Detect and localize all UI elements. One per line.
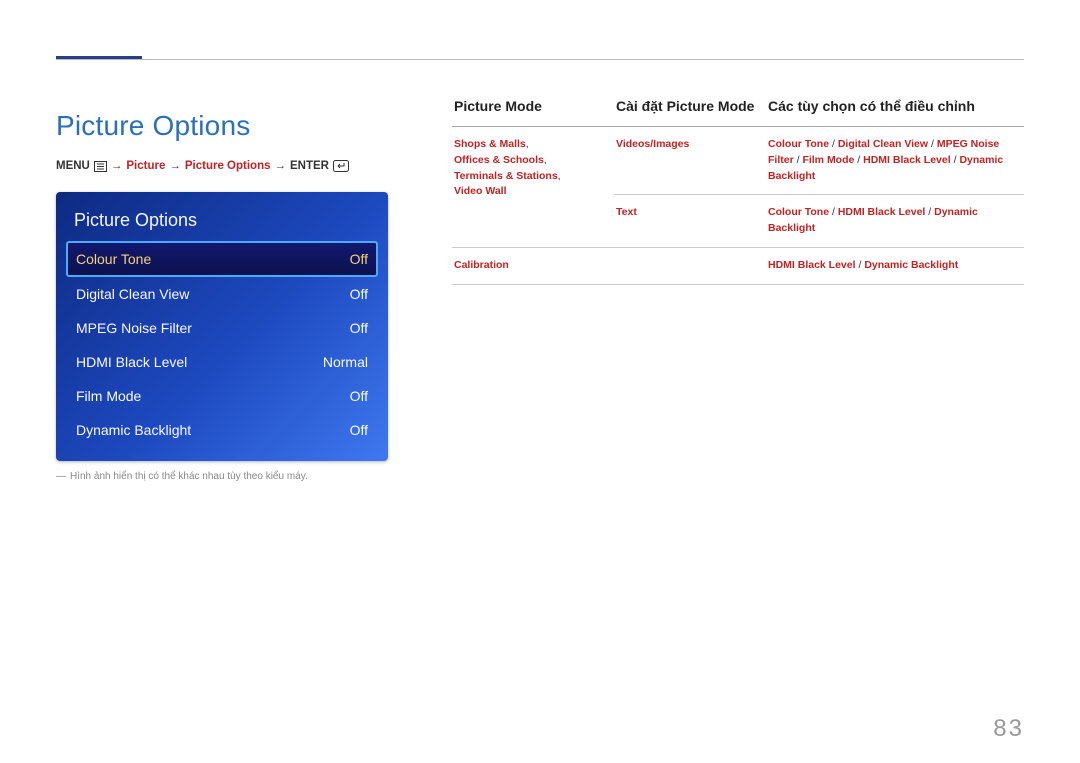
osd-menu-row[interactable]: Film Mode Off (72, 379, 372, 413)
cell-setting (614, 247, 766, 284)
osd-row-value: Off (350, 422, 368, 438)
osd-row-label: Digital Clean View (76, 286, 189, 302)
cell-mode: Calibration (452, 247, 614, 284)
cell-options: Colour Tone / HDMI Black Level / Dynamic… (766, 195, 1024, 248)
osd-row-value: Off (350, 320, 368, 336)
cell-setting: Text (614, 195, 766, 248)
cell-options: HDMI Black Level / Dynamic Backlight (766, 247, 1024, 284)
cell-options: Colour Tone / Digital Clean View / MPEG … (766, 127, 1024, 195)
header-rule (56, 59, 1024, 60)
table-row: Calibration HDMI Black Level / Dynamic Ba… (452, 247, 1024, 284)
osd-row-value: Off (350, 286, 368, 302)
page-number: 83 (993, 715, 1024, 743)
options-table: Picture Mode Cài đặt Picture Mode Các tù… (452, 96, 1024, 285)
footnote: ―Hình ảnh hiển thị có thể khác nhau tùy … (56, 471, 428, 482)
col-options: Các tùy chọn có thể điều chỉnh (766, 96, 1024, 127)
osd-row-label: MPEG Noise Filter (76, 320, 192, 336)
breadcrumb-menu: MENU (56, 160, 90, 172)
osd-menu-row[interactable]: Digital Clean View Off (72, 277, 372, 311)
cell-setting: Videos/Images (614, 127, 766, 195)
osd-row-value: Normal (323, 354, 368, 370)
footnote-text: Hình ảnh hiển thị có thể khác nhau tùy t… (70, 471, 308, 482)
col-picture-mode: Picture Mode (452, 96, 614, 127)
osd-menu-row[interactable]: HDMI Black Level Normal (72, 345, 372, 379)
col-setting: Cài đặt Picture Mode (614, 96, 766, 127)
osd-row-value: Off (350, 388, 368, 404)
osd-menu-row[interactable]: Colour Tone Off (66, 241, 378, 277)
menu-icon (94, 161, 107, 172)
osd-row-value: Off (350, 251, 368, 267)
table-row: Shops & Malls, Offices & Schools, Termin… (452, 127, 1024, 195)
breadcrumb-level1: Picture (126, 160, 165, 172)
osd-row-label: HDMI Black Level (76, 354, 187, 370)
cell-mode: Shops & Malls, Offices & Schools, Termin… (452, 127, 614, 248)
breadcrumb: MENU → Picture → Picture Options → ENTER (56, 160, 428, 172)
osd-menu-title: Picture Options (72, 204, 372, 241)
osd-row-label: Film Mode (76, 388, 141, 404)
page-title: Picture Options (56, 110, 428, 142)
osd-menu-row[interactable]: MPEG Noise Filter Off (72, 311, 372, 345)
osd-row-label: Dynamic Backlight (76, 422, 191, 438)
enter-icon (333, 160, 349, 172)
breadcrumb-enter: ENTER (290, 160, 329, 172)
osd-row-label: Colour Tone (76, 251, 151, 267)
osd-menu-panel: Picture Options Colour ToneOffDigital Cl… (56, 192, 388, 461)
osd-menu-row[interactable]: Dynamic Backlight Off (72, 413, 372, 447)
breadcrumb-level2: Picture Options (185, 160, 271, 172)
